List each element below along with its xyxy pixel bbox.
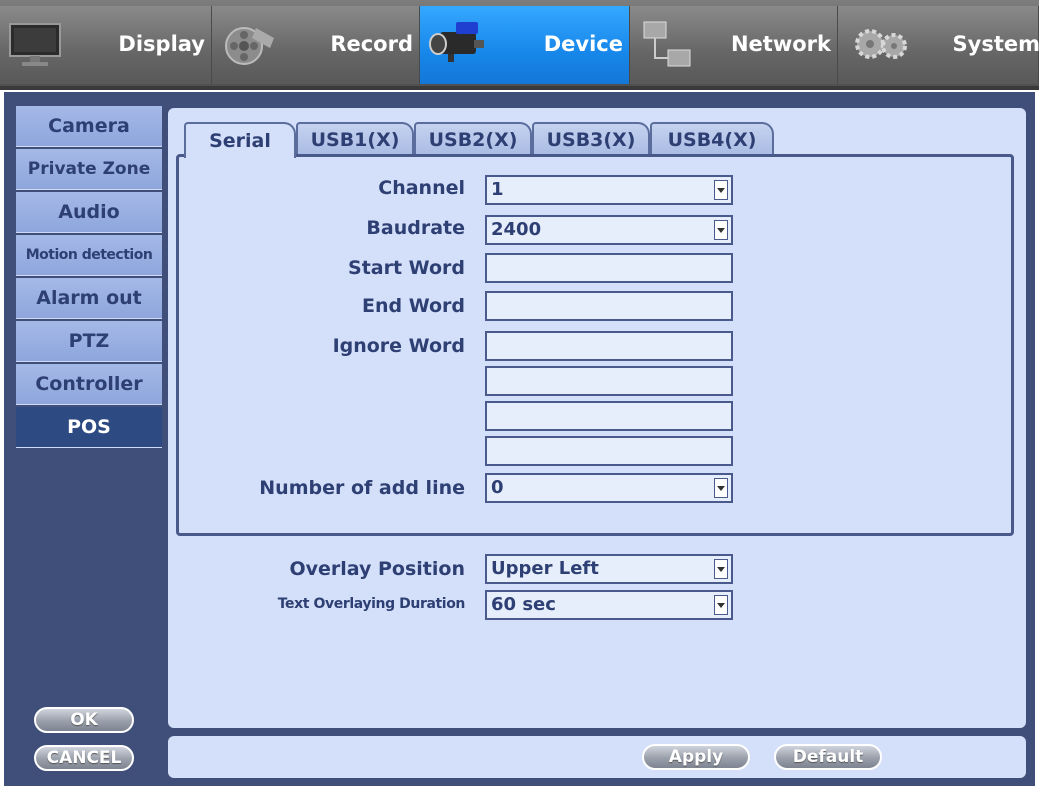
network-icon	[643, 21, 691, 67]
sidebar-item-alarm-out[interactable]: Alarm out	[16, 278, 162, 319]
menu-display-label: Display	[118, 32, 205, 56]
overlay-duration-value: 60 sec	[491, 594, 556, 615]
main-frame: Camera Private Zone Audio Motion detecti…	[4, 92, 1035, 786]
menu-record-label: Record	[330, 32, 413, 56]
menu-network[interactable]: Network	[630, 6, 838, 84]
pos-settings-panel: Serial USB1(X) USB2(X) USB3(X) USB4(X) C…	[168, 108, 1026, 728]
monitor-icon	[9, 23, 61, 66]
cancel-button[interactable]: CANCEL	[34, 745, 134, 771]
default-button[interactable]: Default	[774, 744, 882, 770]
baudrate-select[interactable]: 2400	[485, 215, 733, 245]
sidebar-item-private-zone[interactable]: Private Zone	[16, 149, 162, 190]
menu-record[interactable]: Record	[212, 6, 420, 84]
serial-settings-group: Channel 1 Baudrate 2400 Start Word End W…	[176, 154, 1014, 536]
sidebar-item-ptz[interactable]: PTZ	[16, 321, 162, 362]
overlay-duration-select[interactable]: 60 sec	[485, 590, 733, 620]
ok-button[interactable]: OK	[34, 707, 134, 733]
overlay-position-select[interactable]: Upper Left	[485, 554, 733, 584]
sidebar-item-controller[interactable]: Controller	[16, 364, 162, 405]
overlay-position-value: Upper Left	[491, 558, 599, 579]
ignore-word-input-3[interactable]	[485, 401, 733, 431]
menu-system[interactable]: System	[838, 6, 1039, 84]
channel-select[interactable]: 1	[485, 175, 733, 205]
film-reel-icon	[225, 27, 274, 65]
ignore-word-input-2[interactable]	[485, 366, 733, 396]
ignore-word-input-4[interactable]	[485, 436, 733, 466]
overlay-duration-label: Text Overlaying Duration	[277, 596, 466, 612]
apply-button[interactable]: Apply	[642, 744, 750, 770]
end-word-label: End Word	[361, 295, 465, 317]
menu-system-label: System	[952, 32, 1039, 56]
add-line-label: Number of add line	[259, 477, 465, 499]
chevron-down-icon[interactable]	[714, 559, 728, 579]
bottom-action-bar: Apply Default	[168, 736, 1026, 778]
sidebar-item-motion-detection[interactable]: Motion detection	[16, 235, 162, 276]
channel-value: 1	[491, 179, 504, 200]
top-menu-bar: Display Record Device Network System	[0, 0, 1039, 90]
ignore-word-input-1[interactable]	[485, 331, 733, 361]
sidebar-item-pos[interactable]: POS	[16, 407, 162, 448]
menu-network-label: Network	[730, 32, 831, 56]
gears-icon	[855, 29, 907, 59]
tab-usb3[interactable]: USB3(X)	[532, 122, 650, 156]
add-line-value: 0	[491, 477, 504, 498]
sidebar-item-camera[interactable]: Camera	[16, 106, 162, 147]
device-sidebar: Camera Private Zone Audio Motion detecti…	[16, 106, 162, 450]
chevron-down-icon[interactable]	[714, 180, 728, 200]
ignore-word-label: Ignore Word	[332, 335, 465, 357]
chevron-down-icon[interactable]	[714, 595, 728, 615]
chevron-down-icon[interactable]	[714, 478, 728, 498]
end-word-input[interactable]	[485, 291, 733, 321]
camcorder-icon	[429, 22, 484, 62]
menu-device-label: Device	[543, 32, 623, 56]
menu-display[interactable]: Display	[0, 6, 212, 84]
tab-usb2[interactable]: USB2(X)	[414, 122, 532, 156]
start-word-label: Start Word	[348, 257, 465, 279]
baudrate-value: 2400	[491, 219, 542, 240]
sidebar-item-audio[interactable]: Audio	[16, 192, 162, 233]
tab-serial[interactable]: Serial	[184, 122, 296, 158]
overlay-position-label: Overlay Position	[289, 558, 465, 580]
chevron-down-icon[interactable]	[714, 220, 728, 240]
menu-device[interactable]: Device	[420, 6, 630, 84]
tab-usb4[interactable]: USB4(X)	[650, 122, 774, 156]
channel-label: Channel	[378, 177, 465, 199]
baudrate-label: Baudrate	[366, 217, 465, 239]
add-line-select[interactable]: 0	[485, 473, 733, 503]
tab-usb1[interactable]: USB1(X)	[296, 122, 414, 156]
start-word-input[interactable]	[485, 253, 733, 283]
